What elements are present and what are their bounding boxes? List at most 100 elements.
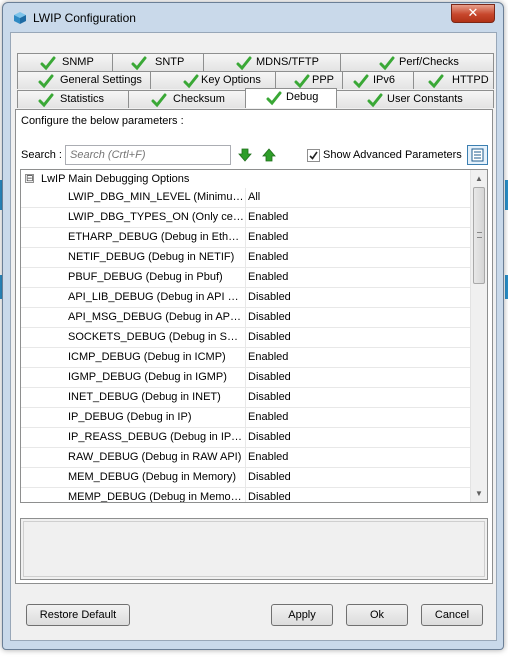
parameter-value[interactable]: Enabled	[248, 348, 288, 367]
parameter-name: LWIP_DBG_TYPES_ON (Only cert...	[68, 211, 244, 223]
check-icon	[151, 93, 167, 108]
parameter-row[interactable]: API_LIB_DEBUG (Debug in API Lib... Disabl…	[21, 288, 472, 308]
checkmark-icon	[309, 151, 318, 160]
parameter-row[interactable]: MEM_DEBUG (Debug in Memory) Disabled	[21, 468, 472, 488]
parameter-value[interactable]: Enabled	[248, 208, 288, 227]
parameter-value[interactable]: All	[248, 188, 260, 207]
parameter-row[interactable]: SOCKETS_DEBUG (Debug in Socke... Disabled	[21, 328, 472, 348]
tab-row-3: Statistics Checksum Debug User Constants	[11, 88, 498, 108]
column-separator	[245, 388, 246, 407]
parameter-name: LWIP_DBG_MIN_LEVEL (Minimum ...	[68, 191, 244, 203]
tab-httpd[interactable]: HTTPD	[413, 71, 494, 89]
parameter-value[interactable]: Enabled	[248, 228, 288, 247]
column-separator	[245, 408, 246, 427]
parameter-name: API_MSG_DEBUG (Debug in API M...	[68, 311, 244, 323]
parameter-name: RAW_DEBUG (Debug in RAW API)	[68, 451, 242, 463]
close-button[interactable]: ✕	[451, 4, 495, 23]
parameter-value[interactable]: Enabled	[248, 408, 288, 427]
description-box	[23, 521, 485, 577]
parameter-value[interactable]: Disabled	[248, 328, 291, 347]
parameter-row[interactable]: RAW_DEBUG (Debug in RAW API) Enabled	[21, 448, 472, 468]
show-advanced-checkbox[interactable]	[307, 149, 320, 162]
parameter-value[interactable]: Disabled	[248, 308, 291, 327]
check-icon	[38, 74, 54, 89]
parameter-row[interactable]: ICMP_DEBUG (Debug in ICMP) Enabled	[21, 348, 472, 368]
view-toggle-button[interactable]	[467, 145, 488, 165]
parameter-row[interactable]: IP_REASS_DEBUG (Debug in IP R... Disabled	[21, 428, 472, 448]
parameter-value[interactable]: Disabled	[248, 288, 291, 307]
tab-key-options[interactable]: Key Options	[150, 71, 276, 89]
tab-perf-checks[interactable]: Perf/Checks	[340, 53, 494, 71]
parameter-row[interactable]: LWIP_DBG_TYPES_ON (Only cert... Enabled	[21, 208, 472, 228]
search-label: Search :	[21, 149, 62, 161]
check-icon	[183, 74, 199, 89]
parameter-value[interactable]: Enabled	[248, 268, 288, 287]
column-separator	[245, 368, 246, 387]
arrow-up-icon[interactable]	[262, 148, 276, 162]
parameter-row[interactable]: IP_DEBUG (Debug in IP) Enabled	[21, 408, 472, 428]
parameter-value[interactable]: Disabled	[248, 428, 291, 447]
tab-mdns-tftp[interactable]: MDNS/TFTP	[203, 53, 341, 71]
parameter-tree: ⊟ LwIP Main Debugging Options LWIP_DBG_M…	[20, 169, 488, 503]
parameter-row[interactable]: PBUF_DEBUG (Debug in Pbuf) Enabled	[21, 268, 472, 288]
tab-sntp[interactable]: SNTP	[112, 53, 204, 71]
scroll-down-icon[interactable]: ▼	[471, 485, 487, 502]
grip-icon	[477, 232, 482, 238]
restore-default-button[interactable]: Restore Default	[26, 604, 130, 626]
cancel-button[interactable]: Cancel	[421, 604, 483, 626]
tab-snmp[interactable]: SNMP	[17, 53, 113, 71]
scroll-up-icon[interactable]: ▲	[471, 170, 487, 187]
parameter-value[interactable]: Disabled	[248, 388, 291, 407]
parameter-row[interactable]: API_MSG_DEBUG (Debug in API M... Disabled	[21, 308, 472, 328]
tab-label: IPv6	[373, 74, 396, 86]
scroll-thumb[interactable]	[473, 187, 485, 284]
parameter-value[interactable]: Disabled	[248, 468, 291, 487]
apply-button[interactable]: Apply	[271, 604, 333, 626]
tab-label: SNMP	[62, 56, 94, 68]
window-title: LWIP Configuration	[33, 11, 136, 25]
tab-checksum[interactable]: Checksum	[128, 90, 246, 108]
parameter-rows: LWIP_DBG_MIN_LEVEL (Minimum ... All LWIP_D…	[21, 188, 472, 502]
check-icon	[131, 56, 147, 71]
vertical-scrollbar[interactable]: ▲ ▼	[470, 170, 487, 502]
parameter-row[interactable]: NETIF_DEBUG (Debug in NETIF) Enabled	[21, 248, 472, 268]
parameter-value[interactable]: Disabled	[248, 368, 291, 387]
parameter-value[interactable]: Enabled	[248, 248, 288, 267]
search-input[interactable]	[65, 145, 231, 165]
parameter-row[interactable]: LWIP_DBG_MIN_LEVEL (Minimum ... All	[21, 188, 472, 208]
check-icon	[367, 93, 383, 108]
tab-ppp[interactable]: PPP	[275, 71, 343, 89]
parameter-name: IP_REASS_DEBUG (Debug in IP R...	[68, 431, 244, 443]
tab-debug[interactable]: Debug	[245, 88, 337, 108]
parameter-row[interactable]: IGMP_DEBUG (Debug in IGMP) Disabled	[21, 368, 472, 388]
column-separator	[245, 468, 246, 487]
ok-button[interactable]: Ok	[346, 604, 408, 626]
column-separator	[245, 308, 246, 327]
tab-label: PPP	[312, 74, 335, 86]
arrow-down-icon[interactable]	[238, 148, 252, 162]
tab-row-2: General Settings Key Options PPP IPv6 HT…	[11, 71, 498, 89]
group-row[interactable]: ⊟ LwIP Main Debugging Options	[21, 170, 469, 188]
check-icon	[428, 74, 444, 89]
description-area	[20, 518, 488, 580]
collapse-icon[interactable]: ⊟	[25, 174, 34, 183]
parameter-value[interactable]: Enabled	[248, 448, 288, 467]
tab-statistics[interactable]: Statistics	[17, 90, 129, 108]
tab-label: Perf/Checks	[399, 56, 459, 68]
column-separator	[245, 268, 246, 287]
tab-general-settings[interactable]: General Settings	[17, 71, 151, 89]
tab-user-constants[interactable]: User Constants	[336, 90, 494, 108]
parameter-name: IP_DEBUG (Debug in IP)	[68, 411, 192, 423]
column-separator	[245, 428, 246, 447]
parameter-name: IGMP_DEBUG (Debug in IGMP)	[68, 371, 227, 383]
column-separator	[245, 328, 246, 347]
title-bar[interactable]: LWIP Configuration ✕	[3, 3, 503, 33]
parameter-row[interactable]: INET_DEBUG (Debug in INET) Disabled	[21, 388, 472, 408]
parameter-value[interactable]: Disabled	[248, 488, 291, 502]
tab-ipv6[interactable]: IPv6	[342, 71, 414, 89]
parameter-name: PBUF_DEBUG (Debug in Pbuf)	[68, 271, 223, 283]
parameter-row[interactable]: MEMP_DEBUG (Debug in Memory ... Disabled	[21, 488, 472, 502]
parameter-row[interactable]: ETHARP_DEBUG (Debug in Ethern... Enabled	[21, 228, 472, 248]
column-separator	[245, 248, 246, 267]
parameter-name: NETIF_DEBUG (Debug in NETIF)	[68, 251, 235, 263]
